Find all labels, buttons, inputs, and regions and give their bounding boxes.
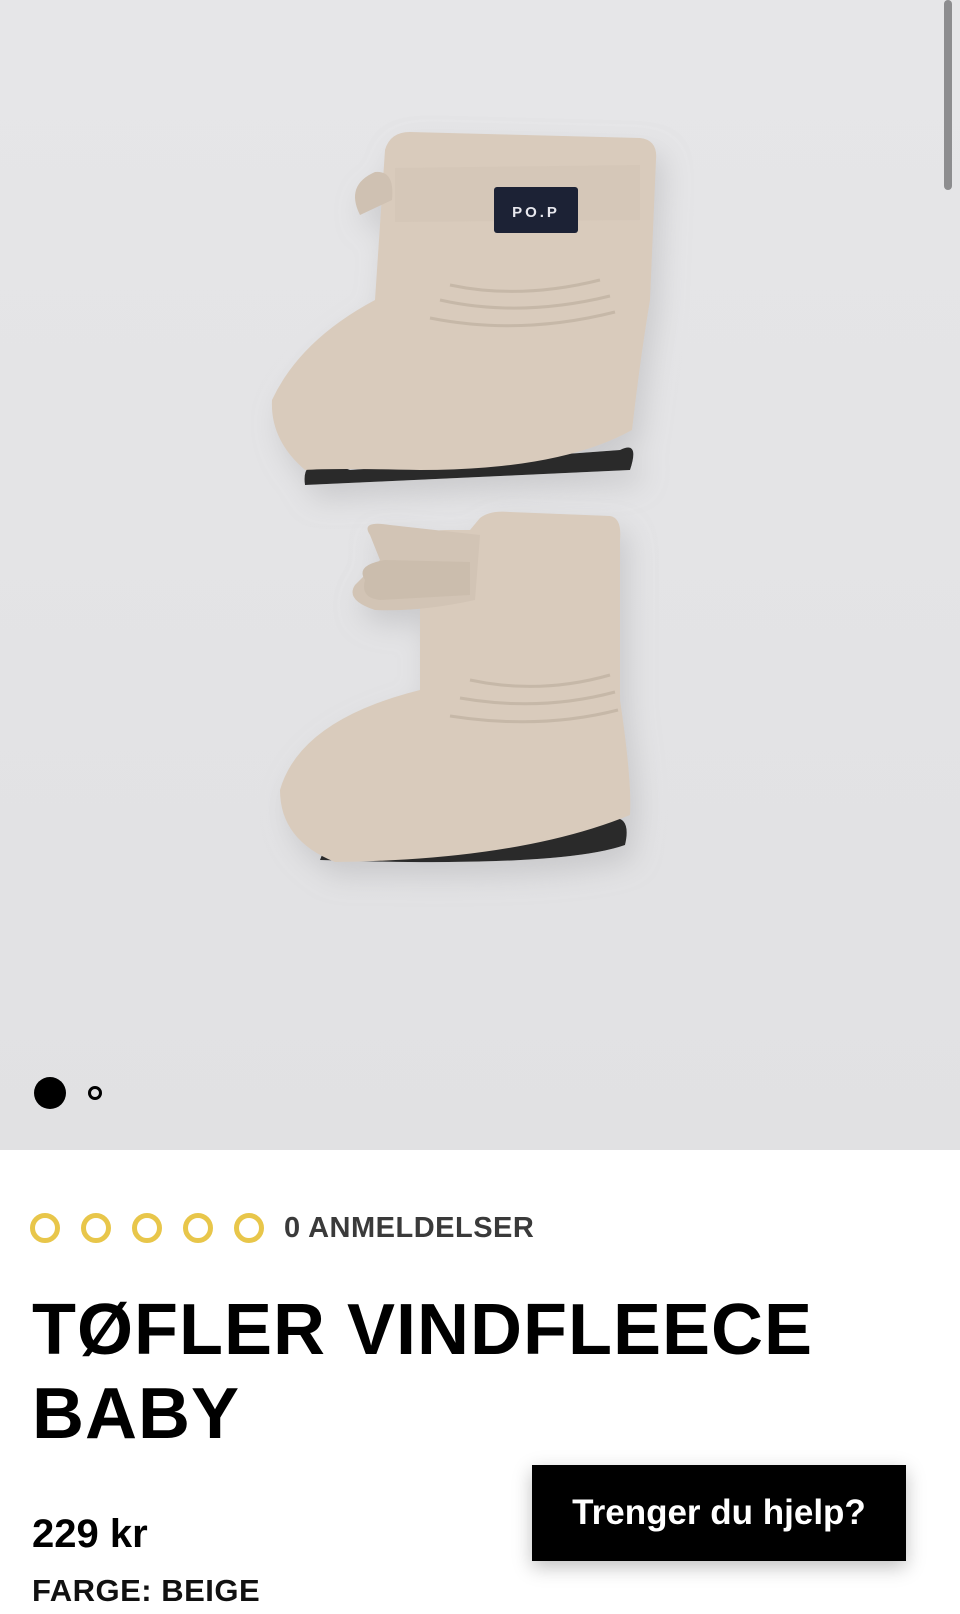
reviews-link[interactable]: 0 ANMELDELSER (284, 1212, 534, 1245)
rating-star-icon (30, 1213, 60, 1243)
help-button[interactable]: Trenger du hjelp? (532, 1465, 906, 1561)
product-title-line2: BABY (32, 1374, 241, 1454)
rating-star-icon (183, 1213, 213, 1243)
product-image-gallery[interactable]: PO.P (0, 0, 960, 1150)
brand-tag-text: PO.P (512, 204, 560, 221)
product-title-line1: TØFLER VINDFLEECE (32, 1290, 814, 1370)
product-color-label: FARGE: BEIGE (32, 1573, 261, 1608)
gallery-dot[interactable] (88, 1086, 102, 1100)
product-image: PO.P (271, 132, 657, 863)
rating-row[interactable]: 0 ANMELDELSER (30, 1210, 534, 1246)
gallery-pagination (34, 1076, 102, 1110)
rating-star-icon (132, 1213, 162, 1243)
page-scrollbar[interactable] (944, 0, 952, 190)
rating-star-icon (81, 1213, 111, 1243)
product-title: TØFLER VINDFLEECE BABY (32, 1288, 912, 1456)
product-price: 229 kr (32, 1512, 148, 1556)
gallery-dot-active[interactable] (34, 1077, 66, 1109)
rating-star-icon (234, 1213, 264, 1243)
